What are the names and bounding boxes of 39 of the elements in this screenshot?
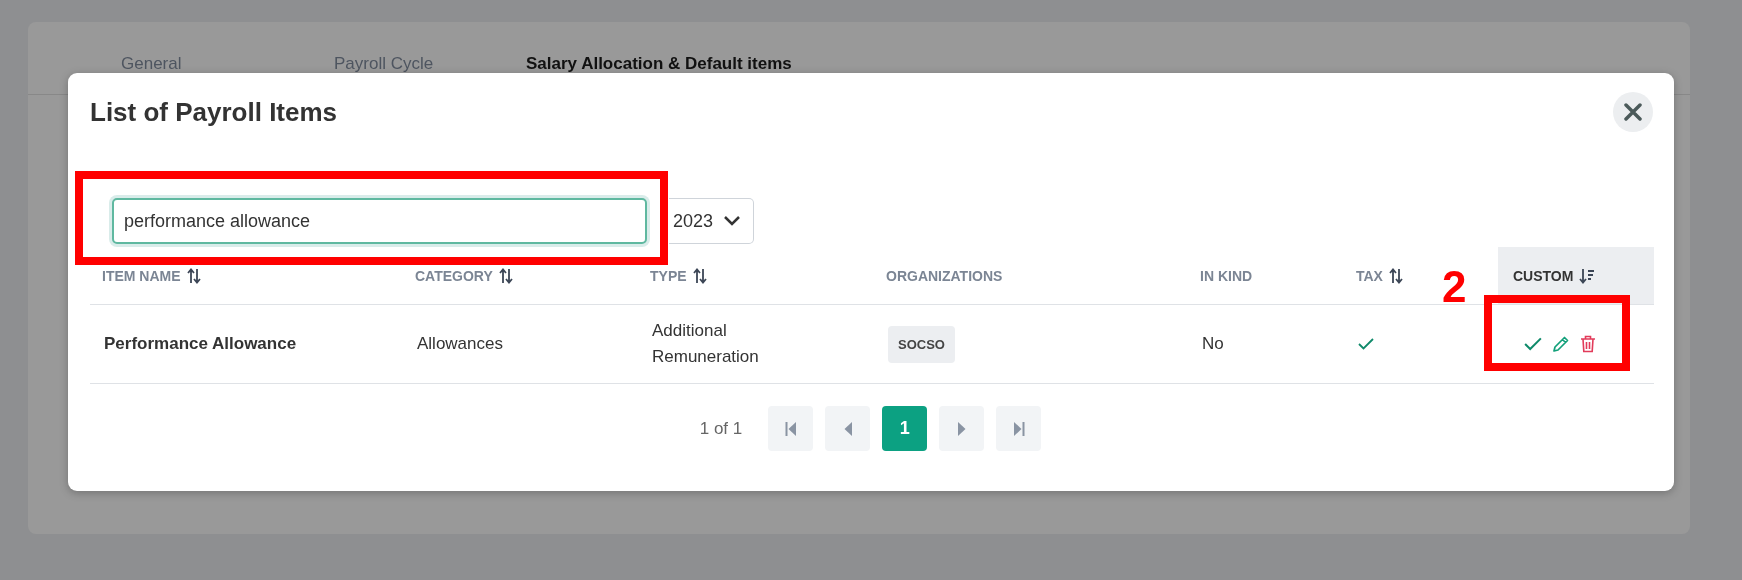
last-page-button[interactable] (996, 406, 1042, 451)
previous-page-button[interactable] (825, 406, 871, 451)
sort-icon (692, 267, 707, 284)
category-cell: Allowances (417, 334, 503, 354)
next-page-icon (957, 421, 966, 436)
column-header[interactable]: CATEGORY (415, 267, 513, 284)
page-summary: 1 of 1 (699, 418, 743, 439)
type-cell-text: Additional Remuneration (652, 320, 760, 368)
sort-icon (186, 267, 201, 284)
settings-tab[interactable]: General (121, 54, 269, 74)
settings-tab[interactable]: Payroll Cycle (334, 54, 482, 74)
last-page-icon (1012, 421, 1025, 436)
edit-pencil-icon[interactable] (1552, 335, 1570, 353)
sort-icon (1388, 267, 1403, 284)
organization-tag: SOCSO (888, 325, 955, 363)
trash-icon[interactable] (1580, 335, 1596, 353)
year-dropdown[interactable]: 2023 (669, 198, 755, 244)
annotation-number: 2 (1442, 265, 1467, 309)
sorted-column-header[interactable]: CUSTOM (1513, 267, 1596, 284)
column-header: IN KIND (1200, 267, 1253, 284)
sort-icon (498, 267, 513, 284)
column-header: ORGANIZATIONS (886, 267, 1003, 284)
in-kind-cell: No (1202, 334, 1224, 354)
first-page-icon (784, 421, 797, 436)
search-field[interactable]: performance allowance (112, 198, 647, 244)
next-page-button[interactable] (939, 406, 985, 451)
sort-descending-icon (1579, 267, 1596, 284)
close-button[interactable] (1613, 92, 1653, 132)
item-name-cell: Performance Allowance (104, 334, 297, 354)
settings-tab[interactable]: Salary Allocation & Default items (526, 54, 792, 74)
previous-page-icon (843, 421, 852, 436)
first-page-button[interactable] (768, 406, 814, 451)
column-header[interactable]: ITEM NAME (102, 267, 201, 284)
chevron-down-icon (723, 215, 742, 227)
column-header[interactable]: TYPE (650, 267, 707, 284)
close-icon (1624, 103, 1642, 121)
column-header[interactable]: TAX (1356, 267, 1403, 284)
page-number-button[interactable]: 1 (882, 406, 928, 451)
modal-title: List of Payroll Items (90, 96, 338, 128)
